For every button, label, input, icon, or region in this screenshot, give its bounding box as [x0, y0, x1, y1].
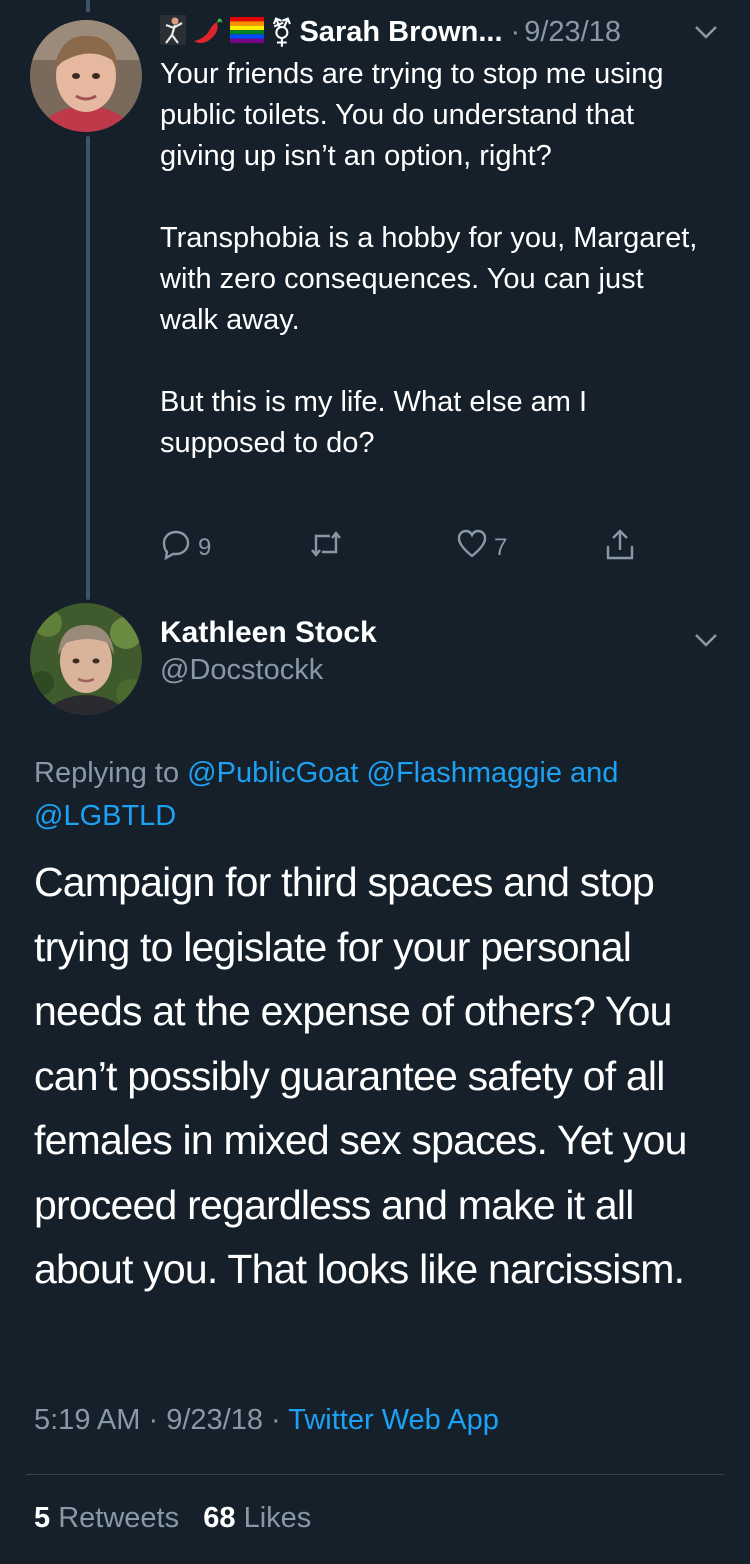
tweet-time: 5:19 AM	[34, 1404, 141, 1436]
transgender-symbol-icon: ⚧	[270, 15, 294, 49]
display-name[interactable]: Kathleen Stock	[160, 616, 377, 650]
retweets-count: 5	[34, 1502, 51, 1534]
mention-link[interactable]: @Flashmaggie	[367, 757, 562, 789]
likes-label: Likes	[243, 1502, 312, 1534]
mention-link[interactable]: @PublicGoat	[187, 757, 358, 789]
like-button[interactable]: 7	[456, 528, 507, 567]
tweet2-chevron-down-icon[interactable]	[692, 630, 720, 655]
rainbow-flag-icon	[230, 16, 264, 48]
avatar-kathleen-stock[interactable]	[30, 603, 142, 715]
reply-icon	[160, 528, 192, 567]
retweets-label: Retweets	[58, 1502, 180, 1534]
user-handle[interactable]: @Docstockk	[160, 654, 377, 687]
timestamp-separator: ·	[148, 1404, 159, 1436]
avatar-sarah-brown[interactable]	[30, 20, 142, 132]
mention-link[interactable]: @LGBTLD	[34, 800, 176, 832]
reply-button[interactable]: 9	[160, 528, 211, 567]
replying-prefix: Replying to	[34, 757, 180, 789]
dancer-icon	[160, 14, 186, 50]
tweet-source-link[interactable]: Twitter Web App	[288, 1404, 499, 1436]
tweet1-actions: 9 7	[160, 528, 640, 564]
tweet1-header: ⚧ Sarah Brown... · 9/23/18	[160, 12, 720, 52]
tweet1-chevron-down-icon[interactable]	[692, 22, 720, 47]
name-emojis: ⚧	[160, 14, 294, 50]
display-name[interactable]: Sarah Brown	[299, 16, 478, 49]
tweet1-paragraph: Transphobia is a hobby for you, Margaret…	[160, 222, 698, 336]
reply-count: 9	[198, 533, 212, 561]
thread-connector-top	[86, 0, 90, 12]
tweet1-paragraph: But this is my life. What else am I supp…	[160, 386, 588, 459]
heart-icon	[456, 528, 488, 567]
tweet-date[interactable]: 9/23/18	[524, 16, 621, 49]
share-icon	[604, 528, 636, 569]
mention-and[interactable]: and	[570, 757, 618, 789]
retweet-button[interactable]	[308, 528, 344, 567]
chili-pepper-icon	[192, 15, 224, 50]
tweet-separator: ·	[510, 15, 521, 48]
replying-to: Replying to @PublicGoat @Flashmaggie and…	[34, 752, 714, 838]
tweet-stats: 5 Retweets 68 Likes	[34, 1502, 311, 1535]
tweet-timestamp: 5:19 AM · 9/23/18 · Twitter Web App	[34, 1404, 499, 1437]
tweet-date: 9/23/18	[166, 1404, 263, 1436]
divider	[26, 1474, 724, 1475]
like-count: 7	[494, 533, 508, 561]
tweet1-paragraph: Your friends are trying to stop me using…	[160, 58, 664, 172]
retweet-icon	[308, 528, 344, 567]
likes-stat[interactable]: 68 Likes	[203, 1502, 311, 1534]
retweets-stat[interactable]: 5 Retweets	[34, 1502, 179, 1534]
likes-count: 68	[203, 1502, 236, 1534]
name-truncation: ...	[478, 15, 503, 48]
timestamp-separator: ·	[271, 1404, 281, 1436]
tweet1-text: Your friends are trying to stop me using…	[160, 54, 700, 464]
tweet2-author: Kathleen Stock @Docstockk	[160, 616, 377, 687]
thread-line	[86, 136, 90, 600]
share-button[interactable]	[604, 528, 636, 569]
tweet2-text: Campaign for third spaces and stop tryin…	[34, 859, 687, 1292]
